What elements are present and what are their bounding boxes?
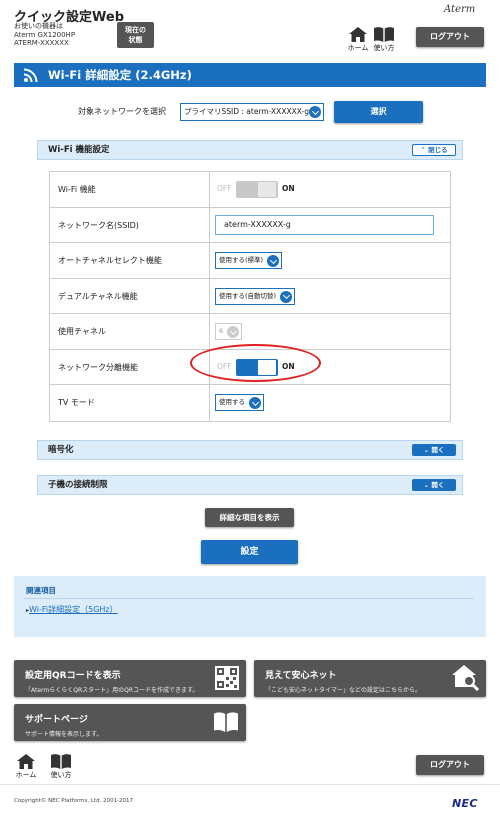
ssid-input[interactable]: aterm-XXXXXX-g [215,214,434,235]
divider [24,598,474,599]
toggle-off-label: OFF [217,184,232,193]
chevron-down-icon [267,255,280,267]
book-icon [214,712,238,732]
device-model: Aterm GX1200HP [14,30,76,39]
home-icon [17,754,35,769]
chevron-down-icon [227,326,240,338]
manual-label: 使い方 [373,44,395,52]
card-desc: 「AtermらくらくQRスタート」用のQRコードを作成できます。 [25,687,199,694]
qr-code-card[interactable]: 設定用QRコードを表示 「AtermらくらくQRスタート」用のQRコードを作成で… [14,660,246,697]
setting-label: ネットワーク分離機能 [50,349,210,384]
table-row: ネットワーク名(SSID) aterm-XXXXXX-g [50,207,450,243]
book-icon [51,754,71,769]
card-desc: サポート情報を表示します。 [25,731,103,738]
device-caption: お使いの機器は [14,22,63,30]
settings-table: Wi-Fi 機能 OFF ON ネットワーク名(SSID) aterm-XXXX… [49,171,451,422]
expand-button[interactable]: ⌄ 開く [412,444,456,456]
qr-code-icon [215,666,239,690]
page-title-bar: Wi-Fi 詳細設定 (2.4GHz) [14,63,486,87]
card-desc: 「こども安心ネットタイマー」などの設定はこちらから。 [265,687,422,694]
aterm-logo: Aterm [444,4,476,15]
section-header-access-limit[interactable]: 子機の接続制限 ⌄ 開く [37,475,463,495]
divider [0,784,500,785]
expand-button[interactable]: ⌄ 開く [412,479,456,491]
section-header-wifi-function[interactable]: Wi-Fi 機能設定 ⌃ 閉じる [37,140,463,160]
section-header-encryption[interactable]: 暗号化 ⌄ 開く [37,440,463,460]
section-title: 暗号化 [48,445,74,455]
chevron-up-icon: ⌃ [420,146,429,154]
home-link-bottom[interactable]: ホーム [14,754,38,780]
chevron-down-icon [309,106,321,118]
wifi-icon [24,68,38,82]
dual-channel-select[interactable]: 使用する(自動切替) [215,287,296,305]
setting-label: ネットワーク名(SSID) [50,207,210,242]
table-row: Wi-Fi 機能 OFF ON [50,172,450,208]
device-name: ATERM-XXXXXX [14,39,69,47]
table-row: オートチャネルセレクト機能 使用する(標準) [50,243,450,279]
collapse-button[interactable]: ⌃ 閉じる [412,144,456,156]
manual-link[interactable]: 使い方 [372,27,396,53]
wifi-function-toggle: OFF ON [216,181,298,198]
card-title: サポートページ [25,715,88,725]
copyright: Copyright© NEC Platforms, Ltd. 2001-2017 [14,798,134,804]
current-status-button[interactable]: 現在の 状態 [117,22,154,48]
highlight-ellipse [190,344,321,382]
chevron-down-icon [249,397,261,409]
auto-channel-select[interactable]: 使用する(標準) [215,252,283,269]
tv-mode-select[interactable]: 使用する [215,394,264,411]
related-title: 関連項目 [26,586,56,595]
network-select[interactable]: プライマリSSID : aterm-XXXXXX-g [180,103,324,121]
home-icon [349,27,367,42]
support-card[interactable]: サポートページ サポート情報を表示します。 [14,704,246,741]
toggle-on-label: ON [282,184,295,193]
apply-button[interactable]: 設定 [201,540,298,564]
toggle-track [236,181,278,198]
setting-label: Wi-Fi 機能 [50,172,210,207]
section-title: Wi-Fi 機能設定 [48,145,110,155]
logout-button-bottom[interactable]: ログアウト [416,755,484,775]
setting-label: デュアルチャネル機能 [50,278,210,313]
card-title: 見えて安心ネット [265,671,337,681]
network-select-label: 対象ネットワークを選択 [78,107,166,116]
home-link[interactable]: ホーム [346,27,370,53]
card-title: 設定用QRコードを表示 [25,671,121,681]
chevron-down-icon [280,290,293,303]
page-title: Wi-Fi 詳細設定 (2.4GHz) [48,68,192,82]
device-info: お使いの機器は Aterm GX1200HP ATERM-XXXXXX [14,22,75,48]
home-label: ホーム [15,771,37,779]
setting-label: TV モード [50,385,210,421]
channel-select: 6 [215,323,243,340]
logout-button-top[interactable]: ログアウト [416,27,484,47]
manual-link-bottom[interactable]: 使い方 [49,754,73,780]
safety-net-card[interactable]: 見えて安心ネット 「こども安心ネットタイマー」などの設定はこちらから。 [254,660,486,697]
section-title: 子機の接続制限 [48,480,108,490]
setting-label: 使用チャネル [50,314,210,349]
house-search-icon [452,665,480,691]
setting-label: オートチャネルセレクト機能 [50,243,210,278]
table-row: デュアルチャネル機能 使用する(自動切替) [50,278,450,314]
related-link-5ghz[interactable]: ▸ Wi-Fi詳細設定（5GHz） [26,604,118,615]
select-network-button[interactable]: 選択 [334,101,423,123]
home-label: ホーム [347,44,369,52]
show-details-button[interactable]: 詳細な項目を表示 [205,508,294,527]
network-select-value: プライマリSSID : aterm-XXXXXX-g [184,107,309,116]
manual-label: 使い方 [50,771,72,779]
book-icon [374,27,394,42]
nec-logo: NEC [452,797,478,810]
toggle-knob [258,182,276,197]
table-row: TV モード 使用する [50,385,450,421]
